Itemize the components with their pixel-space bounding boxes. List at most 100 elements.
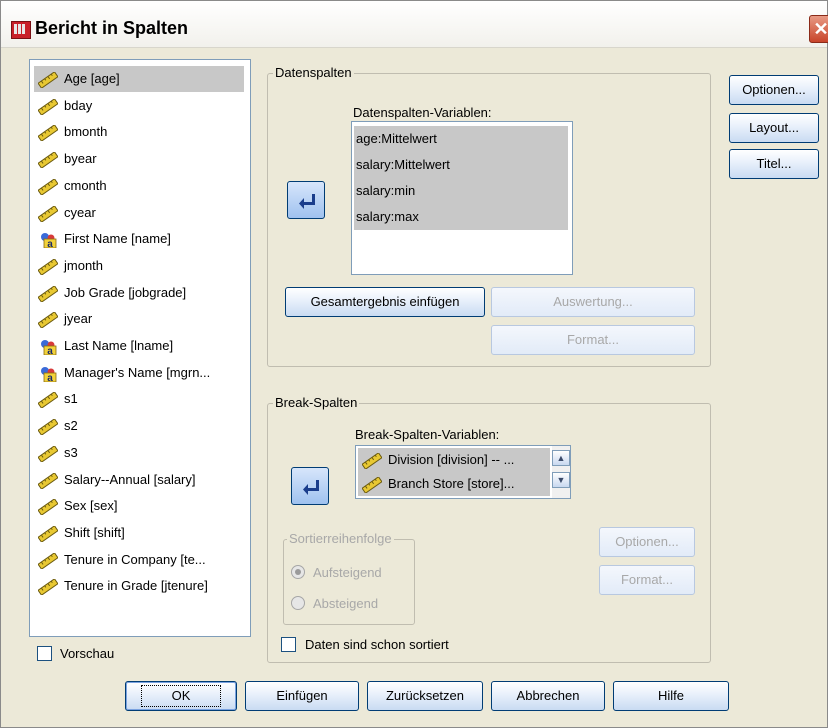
dialog-window: Bericht in Spalten ✕ Age [age] bday bmonth… — [0, 0, 828, 728]
variable-item[interactable]: Division [division] -- ... — [358, 448, 550, 472]
variable-item[interactable]: Sex [sex] — [34, 493, 117, 519]
string-var-icon: a — [38, 231, 58, 250]
variable-item[interactable]: Job Grade [jobgrade] — [34, 280, 186, 306]
variable-item[interactable]: s3 — [34, 440, 78, 466]
variable-item[interactable]: cyear — [34, 200, 96, 226]
already-sorted-label: Daten sind schon sortiert — [305, 637, 449, 652]
ruler-icon — [37, 311, 59, 330]
layout-button[interactable]: Layout... — [729, 113, 819, 143]
variable-item[interactable]: bmonth — [34, 119, 107, 145]
variable-label: bday — [64, 97, 93, 113]
ruler-icon — [37, 578, 59, 597]
break-list-scrollbar[interactable]: ▲ ▼ — [552, 446, 570, 498]
options-button[interactable]: Optionen... — [729, 75, 819, 105]
data-column-item[interactable]: salary:max — [354, 204, 568, 230]
ruler-icon — [37, 551, 59, 570]
title-bar[interactable]: Bericht in Spalten ✕ — [1, 1, 828, 48]
ruler-icon — [361, 452, 383, 470]
variable-item[interactable]: Salary--Annual [salary] — [34, 467, 196, 493]
variable-item[interactable]: Tenure in Grade [jtenure] — [34, 573, 208, 599]
variable-item[interactable]: Shift [shift] — [34, 520, 125, 546]
data-columns-list-label: Datenspalten-Variablen: — [353, 105, 492, 120]
ruler-icon — [37, 498, 59, 517]
variable-label: byear — [64, 151, 97, 167]
ruler-icon — [37, 284, 59, 303]
data-columns-group-label: Datenspalten — [273, 65, 354, 80]
move-to-data-columns-button[interactable] — [287, 181, 325, 219]
already-sorted-checkbox[interactable] — [281, 637, 296, 652]
variable-label: Job Grade [jobgrade] — [64, 284, 187, 300]
variable-label: s1 — [64, 391, 78, 407]
ascending-radio[interactable] — [291, 565, 305, 579]
data-column-item[interactable]: salary:min — [354, 178, 568, 204]
ruler-icon — [361, 476, 383, 494]
variable-item[interactable]: Branch Store [store]... — [358, 472, 550, 496]
ok-button-label: OK — [140, 685, 222, 707]
help-button[interactable]: Hilfe — [613, 681, 729, 711]
variable-label: s3 — [64, 444, 78, 460]
scroll-up-button[interactable]: ▲ — [552, 450, 570, 466]
ruler-icon — [37, 418, 59, 436]
source-variable-list[interactable]: Age [age] bday bmonth byear cmonth cyear a Firs… — [29, 59, 251, 637]
paste-button[interactable]: Einfügen — [245, 681, 359, 711]
variable-item[interactable]: bday — [34, 93, 92, 119]
variable-item[interactable]: Tenure in Company [te... — [34, 547, 206, 573]
variable-label: Tenure in Grade [jtenure] — [64, 578, 208, 594]
close-button[interactable]: ✕ — [809, 15, 828, 43]
string-var-icon: a — [38, 365, 58, 384]
svg-text:a: a — [47, 239, 53, 248]
reset-button[interactable]: Zurücksetzen — [367, 681, 483, 711]
variable-item[interactable]: a Manager's Name [mgrn... — [34, 360, 210, 386]
dialog-title: Bericht in Spalten — [35, 18, 189, 38]
ok-button[interactable]: OK — [125, 681, 237, 711]
variable-label: Shift [shift] — [64, 524, 125, 540]
data-columns-list[interactable]: age:Mittelwert salary:Mittelwert salary:mi… — [351, 121, 573, 275]
ruler-icon — [37, 391, 59, 410]
variable-label: Last Name [lname] — [64, 338, 174, 353]
variable-label: jmonth — [64, 257, 104, 273]
data-column-item[interactable]: age:Mittelwert — [354, 126, 568, 152]
variable-item[interactable]: byear — [34, 146, 97, 172]
variable-item[interactable]: s1 — [34, 386, 78, 412]
insert-total-button[interactable]: Gesamtergebnis einfügen — [285, 287, 485, 317]
variable-label: Sex [sex] — [64, 498, 118, 514]
scroll-down-button[interactable]: ▼ — [552, 472, 570, 488]
break-columns-list-label: Break-Spalten-Variablen: — [355, 427, 500, 442]
data-column-item[interactable]: salary:Mittelwert — [354, 152, 568, 178]
ruler-icon — [37, 204, 59, 223]
preview-checkbox[interactable] — [37, 646, 52, 661]
break-columns-list[interactable]: ▲ ▼ Division [division] -- ... Branch Sto… — [355, 445, 571, 499]
ruler-icon — [37, 97, 59, 116]
variable-item[interactable]: Age [age] — [34, 66, 244, 92]
cancel-button[interactable]: Abbrechen — [491, 681, 605, 711]
variable-label: Salary--Annual [salary] — [64, 471, 196, 487]
sort-order-group — [283, 539, 415, 625]
variable-label: jyear — [64, 311, 93, 327]
descending-radio[interactable] — [291, 596, 305, 610]
break-format-button[interactable]: Format... — [599, 565, 695, 595]
svg-text:a: a — [47, 346, 53, 355]
descending-label: Absteigend — [313, 596, 379, 611]
break-options-button[interactable]: Optionen... — [599, 527, 695, 557]
variable-label: s2 — [64, 418, 78, 434]
variable-item[interactable]: jyear — [34, 306, 92, 332]
variable-label: cyear — [64, 204, 96, 220]
variable-label: cmonth — [64, 177, 107, 193]
variable-item[interactable]: a First Name [name] — [34, 226, 171, 252]
data-format-button[interactable]: Format... — [491, 325, 695, 355]
variable-item[interactable]: cmonth — [34, 173, 107, 199]
ruler-icon — [37, 258, 59, 276]
title-button[interactable]: Titel... — [729, 149, 819, 179]
variable-label: First Name [name] — [64, 231, 171, 247]
variable-item[interactable]: a Last Name [lname] — [34, 333, 173, 359]
arrow-left-icon — [303, 480, 319, 495]
ruler-icon — [37, 151, 59, 169]
string-var-icon: a — [38, 338, 58, 357]
preview-label: Vorschau — [60, 646, 115, 661]
summary-button[interactable]: Auswertung... — [491, 287, 695, 317]
variable-item[interactable]: jmonth — [34, 253, 103, 279]
variable-label: Branch Store [store]... — [388, 476, 515, 491]
move-to-break-columns-button[interactable] — [291, 467, 329, 505]
arrow-left-icon — [299, 194, 315, 209]
variable-item[interactable]: s2 — [34, 413, 78, 439]
